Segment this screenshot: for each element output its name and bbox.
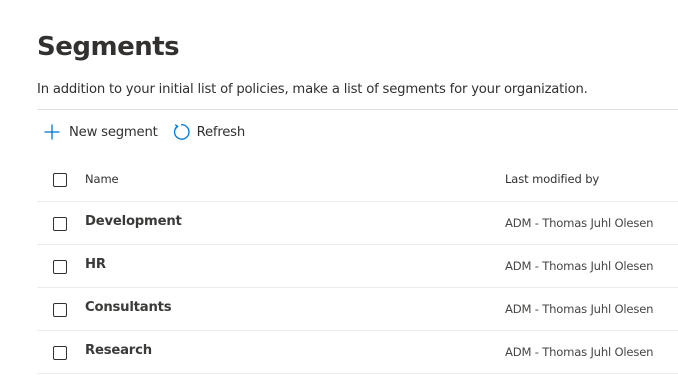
page-title: Segments: [37, 32, 180, 62]
table-row[interactable]: Development ADM - Thomas Juhl Olesen: [37, 202, 678, 245]
last-modified-by: ADM - Thomas Juhl Olesen: [505, 302, 654, 316]
segment-name[interactable]: Consultants: [85, 300, 172, 315]
segment-name[interactable]: Development: [85, 214, 182, 229]
header-divider: [37, 109, 678, 110]
column-header-name[interactable]: Name: [85, 172, 119, 186]
page-description: In addition to your initial list of poli…: [37, 82, 588, 97]
row-checkbox[interactable]: [53, 346, 67, 360]
table-row[interactable]: Research ADM - Thomas Juhl Olesen: [37, 331, 678, 374]
new-segment-label: New segment: [69, 124, 158, 140]
plus-icon: [43, 123, 61, 141]
segment-name[interactable]: Research: [85, 343, 152, 358]
segments-table: Name Last modified by Development ADM - …: [37, 158, 678, 374]
select-all-checkbox[interactable]: [53, 173, 67, 187]
table-row[interactable]: Consultants ADM - Thomas Juhl Olesen: [37, 288, 678, 331]
row-checkbox[interactable]: [53, 217, 67, 231]
row-checkbox[interactable]: [53, 303, 67, 317]
table-row[interactable]: HR ADM - Thomas Juhl Olesen: [37, 245, 678, 288]
refresh-icon: [172, 123, 190, 141]
row-checkbox[interactable]: [53, 260, 67, 274]
last-modified-by: ADM - Thomas Juhl Olesen: [505, 345, 654, 359]
last-modified-by: ADM - Thomas Juhl Olesen: [505, 216, 654, 230]
refresh-label: Refresh: [196, 124, 246, 140]
refresh-button[interactable]: Refresh: [172, 119, 245, 145]
last-modified-by: ADM - Thomas Juhl Olesen: [505, 259, 654, 273]
segment-name[interactable]: HR: [85, 257, 106, 272]
column-header-last-modified-by[interactable]: Last modified by: [505, 172, 599, 186]
command-bar: New segment Refresh: [37, 119, 245, 145]
new-segment-button[interactable]: New segment: [43, 119, 158, 145]
table-header: Name Last modified by: [37, 158, 678, 202]
